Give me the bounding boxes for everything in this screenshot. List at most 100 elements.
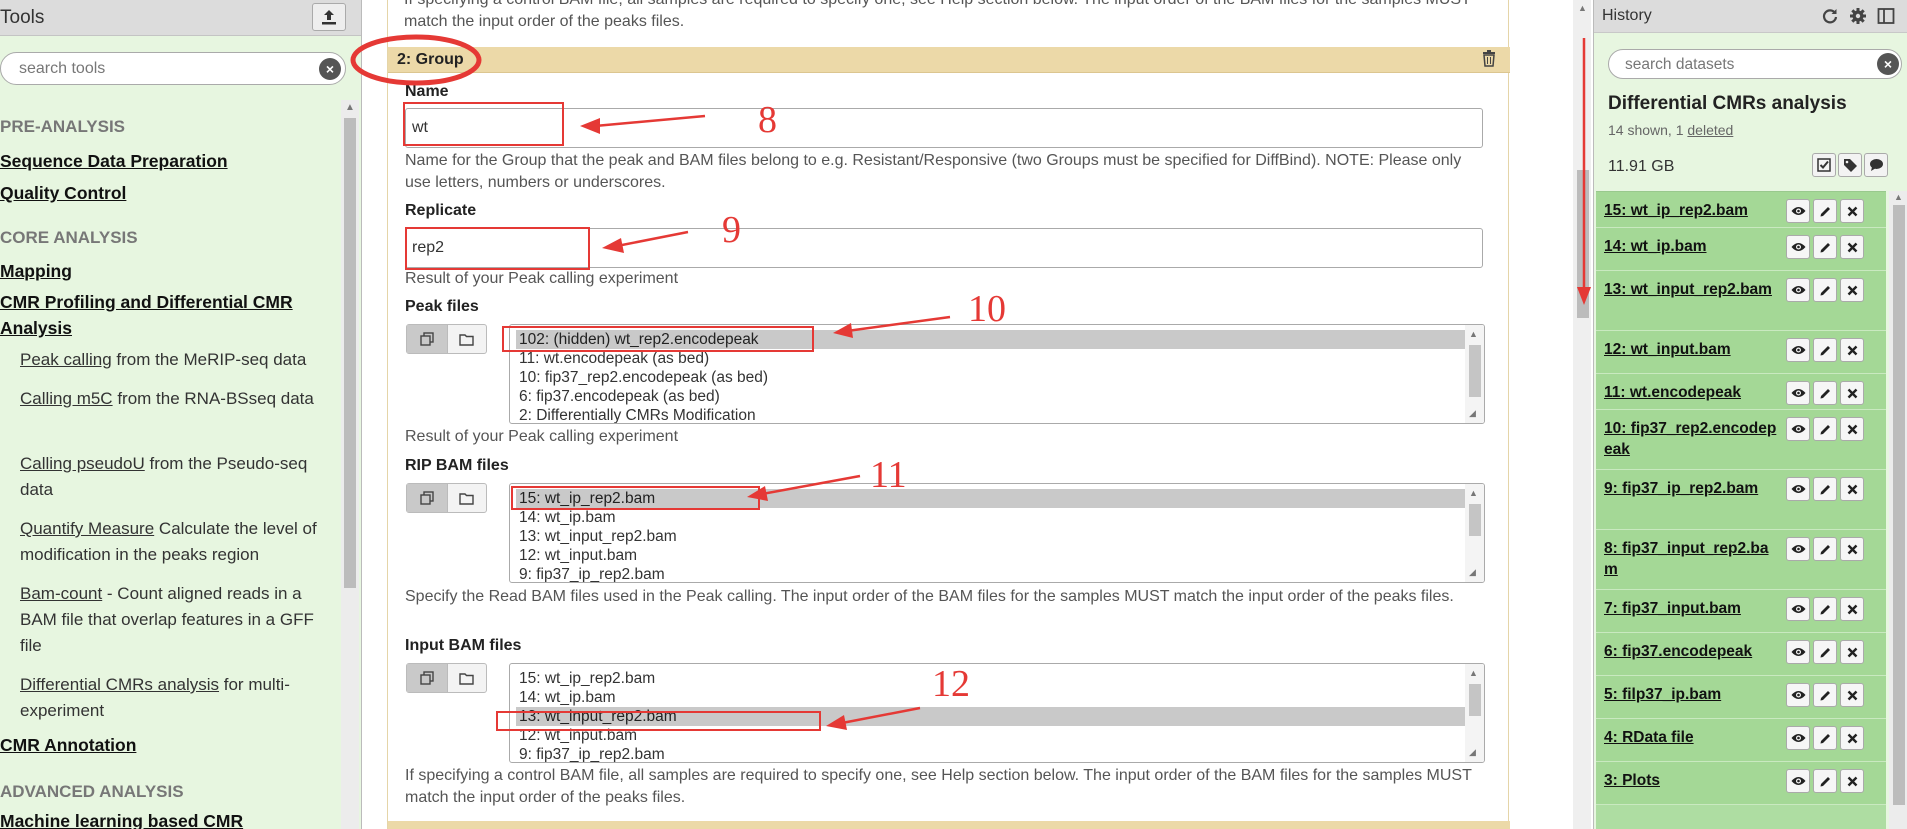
resize-grip-icon[interactable]: ◢ (1469, 747, 1476, 758)
tool-calling-pseudou[interactable]: Calling pseudoU from the Pseudo-seq data (20, 451, 320, 503)
upload-button[interactable] (312, 3, 346, 31)
delete-icon[interactable] (1840, 417, 1864, 441)
dataset-item[interactable]: 14: wt_ip.bam (1596, 228, 1886, 271)
delete-icon[interactable] (1840, 769, 1864, 793)
select-option[interactable]: 6: fip37.encodepeak (as bed) (516, 387, 1467, 406)
pencil-icon[interactable] (1813, 381, 1837, 405)
scrollbar-thumb[interactable] (1577, 170, 1589, 318)
dataset-title[interactable]: 13: wt_input_rep2.bam (1604, 279, 1780, 300)
tool-link[interactable]: Bam-count (20, 584, 102, 603)
dataset-item[interactable]: 9: fip37_ip_rep2.bam (1596, 470, 1886, 530)
select-option[interactable]: 9: fip37_ip_rep2.bam (516, 745, 1467, 762)
tool-calling-m5c[interactable]: Calling m5C from the RNA-BSseq data (20, 386, 320, 412)
delete-icon[interactable] (1840, 235, 1864, 259)
dataset-title[interactable]: 11: wt.encodepeak (1604, 382, 1780, 403)
tool-peak-calling[interactable]: Peak calling from the MeRIP-seq data (20, 347, 320, 373)
dataset-item[interactable]: 12: wt_input.bam (1596, 331, 1886, 374)
dataset-title[interactable]: 7: fip37_input.bam (1604, 598, 1780, 619)
dataset-item[interactable]: 15: wt_ip_rep2.bam (1596, 192, 1886, 228)
dataset-item[interactable]: 4: RData file (1596, 719, 1886, 762)
tool-differential-cmrs[interactable]: Differential CMRs analysis for multi-exp… (20, 672, 320, 724)
delete-icon[interactable] (1840, 278, 1864, 302)
select-option[interactable]: 2: Differentially CMRs Modification (516, 406, 1467, 423)
select-option[interactable]: 14: wt_ip.bam (516, 508, 1467, 527)
scrollbar-thumb[interactable] (1469, 684, 1481, 716)
tags-button[interactable] (1838, 153, 1862, 177)
dataset-item[interactable]: 3: Plots (1596, 762, 1886, 805)
delete-icon[interactable] (1840, 597, 1864, 621)
tool-link[interactable]: Quantify Measure (20, 519, 154, 538)
delete-icon[interactable] (1840, 338, 1864, 362)
category-mapping[interactable]: Mapping (0, 258, 72, 284)
name-field[interactable] (405, 108, 1483, 148)
pencil-icon[interactable] (1813, 235, 1837, 259)
dataset-title[interactable]: 12: wt_input.bam (1604, 339, 1780, 360)
annotation-button[interactable] (1864, 153, 1888, 177)
scroll-up-arrow-icon[interactable]: ▲ (1469, 329, 1478, 339)
delete-icon[interactable] (1840, 640, 1864, 664)
select-option[interactable]: 9: fip37_ip_rep2.bam (516, 565, 1467, 582)
gear-icon[interactable] (1848, 6, 1868, 26)
select-option[interactable]: 14: wt_ip.bam (516, 688, 1467, 707)
pencil-icon[interactable] (1813, 477, 1837, 501)
eye-icon[interactable] (1786, 199, 1810, 223)
history-scrollbar[interactable]: ▲ (1889, 191, 1907, 829)
dataset-title[interactable]: 9: fip37_ip_rep2.bam (1604, 478, 1780, 499)
select-option[interactable]: 11: wt.encodepeak (as bed) (516, 349, 1467, 368)
dataset-item[interactable]: 5: filp37_ip.bam (1596, 676, 1886, 719)
eye-icon[interactable] (1786, 537, 1810, 561)
tool-link[interactable]: Calling m5C (20, 389, 113, 408)
tool-search-input[interactable] (19, 59, 309, 79)
pencil-icon[interactable] (1813, 769, 1837, 793)
pencil-icon[interactable] (1813, 597, 1837, 621)
input-bam-select[interactable]: 15: wt_ip_rep2.bam 14: wt_ip.bam 13: wt_… (509, 663, 1485, 763)
scroll-up-arrow-icon[interactable]: ▲ (1469, 488, 1478, 498)
eye-icon[interactable] (1786, 683, 1810, 707)
select-scrollbar[interactable]: ▲ ◢ (1465, 325, 1484, 423)
pencil-icon[interactable] (1813, 640, 1837, 664)
category-cmr-profiling[interactable]: CMR Profiling and Differential CMR Analy… (0, 289, 320, 341)
dataset-item[interactable]: 10: fip37_rep2.encodepeak (1596, 410, 1886, 470)
eye-icon[interactable] (1786, 235, 1810, 259)
pencil-icon[interactable] (1813, 338, 1837, 362)
history-search-input[interactable] (1625, 56, 1865, 74)
select-option[interactable]: 15: wt_ip_rep2.bam (516, 489, 1467, 508)
select-scrollbar[interactable]: ▲ ◢ (1465, 664, 1484, 762)
dataset-title[interactable]: 4: RData file (1604, 727, 1780, 748)
category-cmr-annotation[interactable]: CMR Annotation (0, 732, 136, 758)
select-items-button[interactable] (1812, 153, 1836, 177)
dataset-item[interactable]: 13: wt_input_rep2.bam (1596, 271, 1886, 331)
peak-files-select[interactable]: 102: (hidden) wt_rep2.encodepeak 11: wt.… (509, 324, 1485, 424)
history-name[interactable]: Differential CMRs analysis (1608, 93, 1847, 115)
select-option[interactable]: 13: wt_input_rep2.bam (516, 707, 1467, 726)
dataset-item[interactable]: 11: wt.encodepeak (1596, 374, 1886, 410)
pencil-icon[interactable] (1813, 537, 1837, 561)
dataset-title[interactable]: 14: wt_ip.bam (1604, 236, 1780, 257)
deleted-link[interactable]: deleted (1687, 122, 1733, 138)
scrollbar-thumb[interactable] (1893, 205, 1905, 805)
multiple-datasets-button[interactable] (407, 484, 447, 512)
name-input[interactable] (412, 119, 1012, 137)
dataset-title[interactable]: 8: fip37_input_rep2.bam (1604, 538, 1780, 580)
select-option[interactable]: 102: (hidden) wt_rep2.encodepeak (516, 330, 1467, 349)
delete-icon[interactable] (1840, 683, 1864, 707)
scrollbar-thumb[interactable] (1469, 504, 1481, 536)
resize-grip-icon[interactable]: ◢ (1469, 408, 1476, 419)
category-machine-learning[interactable]: Machine learning based CMR (0, 808, 243, 829)
replicate-input[interactable] (412, 239, 1012, 257)
eye-icon[interactable] (1786, 597, 1810, 621)
eye-icon[interactable] (1786, 477, 1810, 501)
tool-link[interactable]: Peak calling (20, 350, 112, 369)
select-scrollbar[interactable]: ▲ ◢ (1465, 484, 1484, 582)
columns-icon[interactable] (1876, 6, 1896, 26)
tool-link[interactable]: Differential CMRs analysis (20, 675, 219, 694)
scrollbar-thumb[interactable] (344, 118, 356, 588)
replicate-field[interactable] (405, 228, 1483, 268)
refresh-icon[interactable] (1820, 6, 1840, 26)
dataset-item[interactable]: 6: fip37.encodepeak (1596, 633, 1886, 676)
delete-icon[interactable] (1840, 726, 1864, 750)
eye-icon[interactable] (1786, 726, 1810, 750)
rip-bam-select[interactable]: 15: wt_ip_rep2.bam 14: wt_ip.bam 13: wt_… (509, 483, 1485, 583)
eye-icon[interactable] (1786, 278, 1810, 302)
pencil-icon[interactable] (1813, 199, 1837, 223)
